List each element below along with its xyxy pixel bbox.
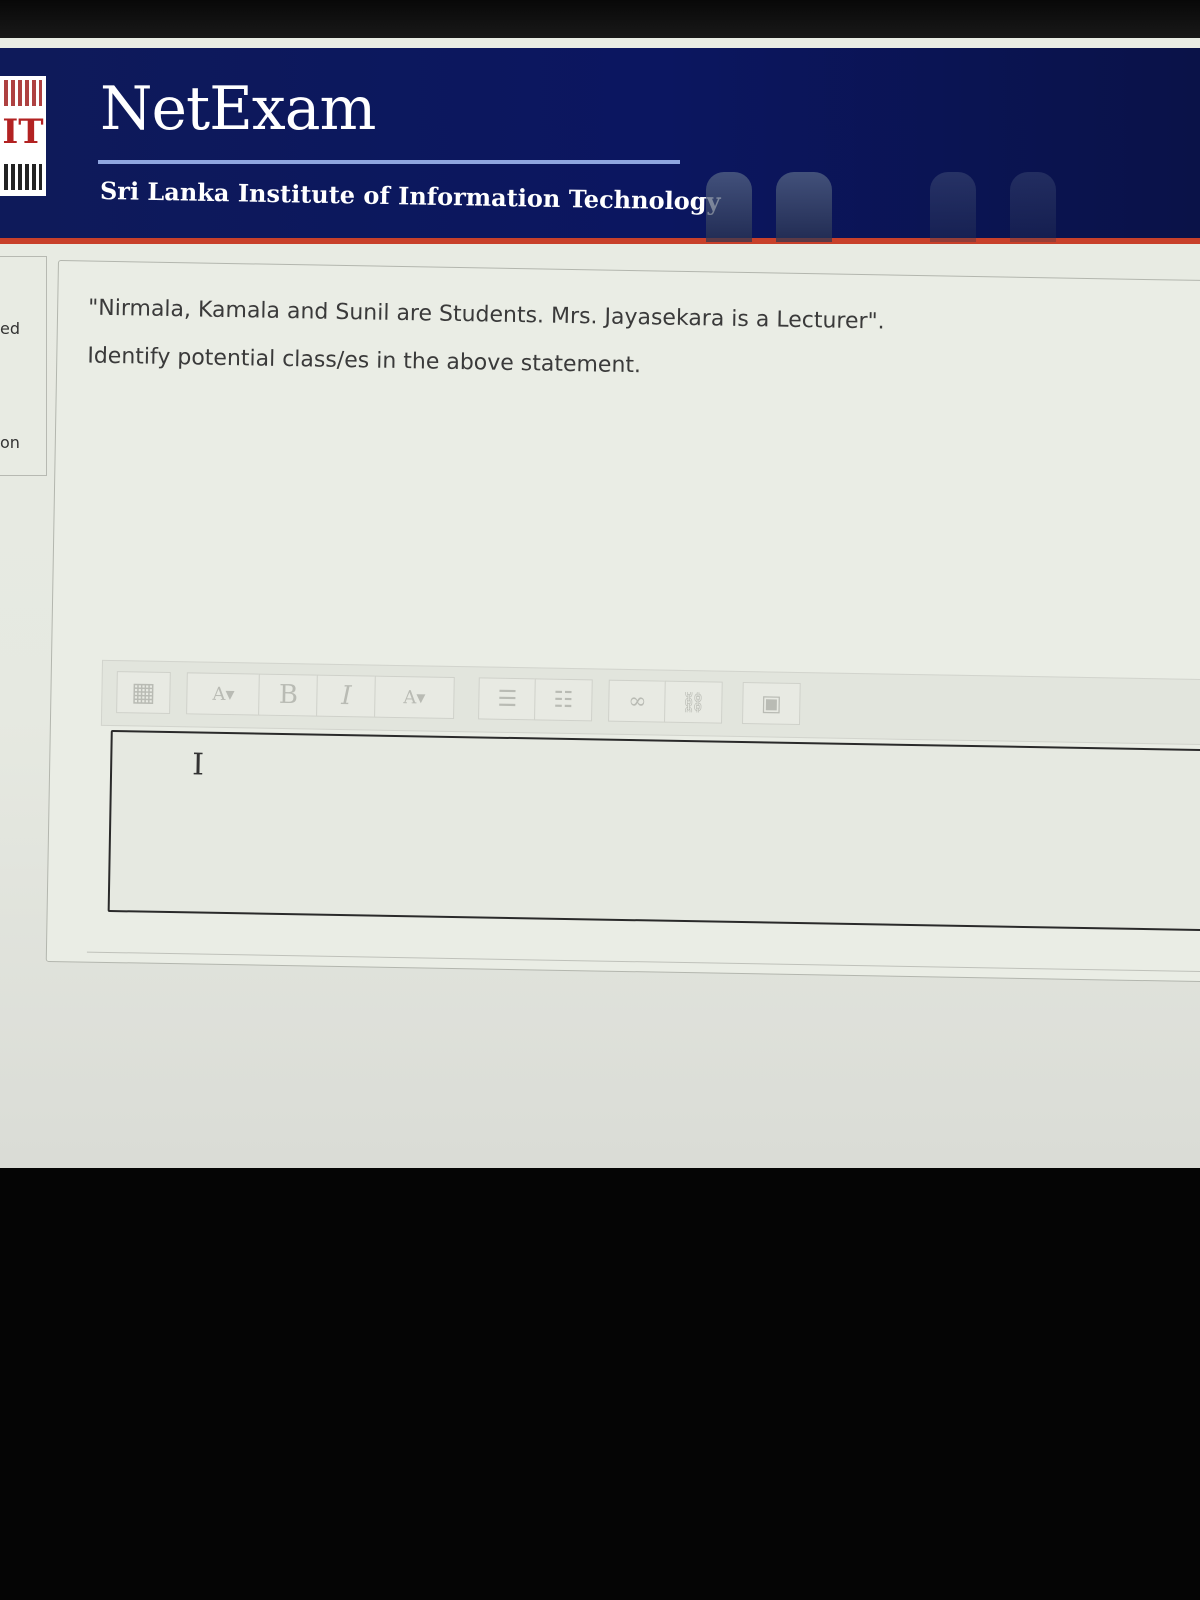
quiz-info-text: on xyxy=(0,433,20,452)
sliit-logo: IT xyxy=(0,76,46,196)
toolbar-toggle-icon[interactable]: ▦ xyxy=(116,671,171,715)
answer-editor[interactable]: I xyxy=(107,729,1200,932)
italic-icon[interactable]: I xyxy=(316,674,377,718)
banner-building-image xyxy=(706,172,752,242)
unordered-list-icon[interactable]: ☰ xyxy=(478,677,537,721)
logo-grid-bottom-icon xyxy=(4,164,42,190)
browser-viewport: IT NetExam Sri Lanka Institute of Inform… xyxy=(0,38,1200,1168)
banner-building-image xyxy=(930,172,976,242)
card-divider xyxy=(86,951,1200,973)
site-header: IT NetExam Sri Lanka Institute of Inform… xyxy=(0,48,1200,244)
monitor-bezel xyxy=(0,0,1200,42)
logo-text: IT xyxy=(2,112,44,152)
banner-building-image xyxy=(776,172,832,242)
text-cursor-icon: I xyxy=(191,747,205,783)
site-subtitle: Sri Lanka Institute of Information Techn… xyxy=(99,176,721,216)
site-title[interactable]: NetExam xyxy=(100,74,376,144)
quiz-info-text: ed xyxy=(0,319,20,338)
font-color-icon[interactable]: A▾ xyxy=(374,675,455,719)
unlink-icon[interactable]: ⛓ xyxy=(664,680,723,724)
question-card: "Nirmala, Kamala and Sunil are Students.… xyxy=(45,260,1200,983)
quiz-info-panel: ed on xyxy=(0,256,47,476)
question-text: "Nirmala, Kamala and Sunil are Students.… xyxy=(87,295,885,335)
question-instruction: Identify potential class/es in the above… xyxy=(87,343,642,379)
logo-grid-icon xyxy=(4,80,42,106)
ordered-list-icon[interactable]: ☷ xyxy=(534,678,593,722)
bold-icon[interactable]: B xyxy=(258,673,319,717)
paragraph-style-icon[interactable]: A▾ xyxy=(186,672,261,716)
image-icon[interactable]: ▣ xyxy=(742,682,801,726)
link-icon[interactable]: ∞ xyxy=(608,679,667,723)
banner-building-image xyxy=(1010,172,1056,242)
title-divider xyxy=(98,160,680,164)
